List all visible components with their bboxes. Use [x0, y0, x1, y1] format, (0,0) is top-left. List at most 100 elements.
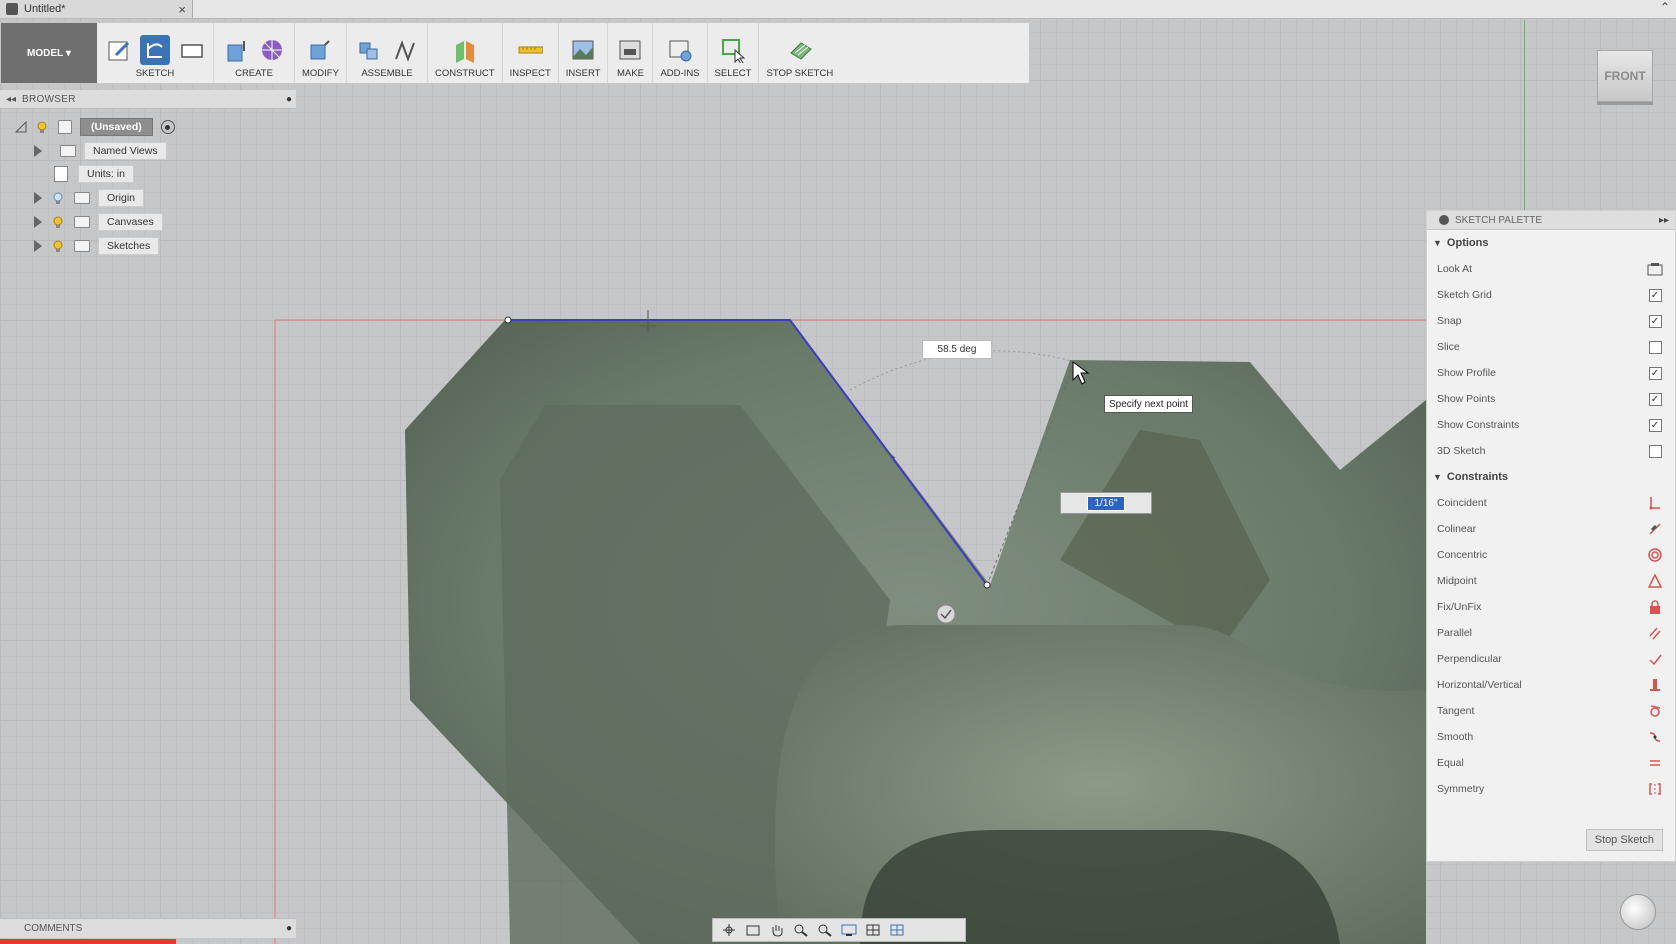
- equal-icon[interactable]: [1648, 756, 1662, 770]
- show-profile-checkbox[interactable]: ✓: [1648, 366, 1662, 380]
- tangent-icon[interactable]: [1648, 704, 1662, 718]
- browser-root[interactable]: (Unsaved): [14, 116, 175, 138]
- select-icon[interactable]: [718, 35, 748, 65]
- option-snap[interactable]: Snap ✓: [1427, 308, 1675, 334]
- parallel-icon[interactable]: [1648, 626, 1662, 640]
- expand-triangle-icon[interactable]: [34, 240, 42, 252]
- visibility-bulb-icon[interactable]: [52, 240, 64, 253]
- create-sketch-icon[interactable]: [104, 35, 134, 65]
- orbit-icon[interactable]: [719, 922, 739, 938]
- constraint-horizontal-vertical[interactable]: Horizontal/Vertical: [1427, 672, 1675, 698]
- grid-settings-icon[interactable]: [863, 922, 883, 938]
- rectangle-tool-icon[interactable]: [176, 35, 206, 65]
- expand-triangle-icon[interactable]: [34, 216, 42, 228]
- options-section-header[interactable]: ▼ Options: [1427, 230, 1675, 256]
- view-cube[interactable]: FRONT: [1597, 50, 1653, 102]
- toolbar-group-select[interactable]: SELECT: [708, 23, 760, 83]
- comments-panel-header[interactable]: COMMENTS ●: [0, 918, 296, 938]
- stop-sketch-button[interactable]: Stop Sketch: [1585, 829, 1663, 851]
- option-sketch-grid[interactable]: Sketch Grid ✓: [1427, 282, 1675, 308]
- constraint-midpoint[interactable]: Midpoint: [1427, 568, 1675, 594]
- document-tab[interactable]: Untitled* ×: [0, 0, 193, 18]
- constraint-tangent[interactable]: Tangent: [1427, 698, 1675, 724]
- toolbar-group-modify[interactable]: MODIFY: [295, 23, 347, 83]
- constraint-symmetry[interactable]: Symmetry: [1427, 776, 1675, 802]
- visibility-bulb-icon[interactable]: [36, 121, 48, 134]
- 3d-sketch-checkbox[interactable]: [1648, 444, 1662, 458]
- constraint-coincident[interactable]: Coincident: [1427, 490, 1675, 516]
- show-constraints-checkbox[interactable]: ✓: [1648, 418, 1662, 432]
- toolbar-group-make[interactable]: MAKE: [608, 23, 654, 83]
- toolbar-group-insert[interactable]: INSERT: [559, 23, 609, 83]
- stop-sketch-icon[interactable]: [785, 35, 815, 65]
- press-pull-icon[interactable]: [305, 35, 335, 65]
- visibility-bulb-icon[interactable]: [52, 216, 64, 229]
- snap-checkbox[interactable]: ✓: [1648, 314, 1662, 328]
- browser-item-canvases[interactable]: Canvases: [34, 211, 163, 233]
- zoom-window-icon[interactable]: [815, 922, 835, 938]
- toolbar-group-stop-sketch[interactable]: STOP SKETCH: [759, 23, 840, 83]
- expand-triangle-icon[interactable]: [34, 192, 42, 204]
- eye-icon[interactable]: [1439, 215, 1449, 225]
- constraint-perpendicular[interactable]: Perpendicular: [1427, 646, 1675, 672]
- browser-item-origin[interactable]: Origin: [34, 187, 145, 209]
- toolbar-group-inspect[interactable]: INSPECT: [503, 23, 559, 83]
- constraint-smooth[interactable]: Smooth: [1427, 724, 1675, 750]
- workspace-switcher-button[interactable]: MODEL ▾: [1, 23, 97, 83]
- pan-hand-icon[interactable]: [767, 922, 787, 938]
- expand-panel-icon[interactable]: ▸▸: [1659, 215, 1675, 226]
- close-tab-icon[interactable]: ×: [178, 2, 186, 17]
- browser-item-named-views[interactable]: Named Views: [34, 140, 167, 162]
- line-tool-icon[interactable]: [140, 35, 170, 65]
- option-slice[interactable]: Slice: [1427, 334, 1675, 360]
- constraint-fix-unfix[interactable]: Fix/UnFix: [1427, 594, 1675, 620]
- option-show-profile[interactable]: Show Profile ✓: [1427, 360, 1675, 386]
- canvas-viewport[interactable]: 58.5 deg Specify next point 1/16": [0, 0, 1676, 944]
- constraint-parallel[interactable]: Parallel: [1427, 620, 1675, 646]
- offset-plane-icon[interactable]: [450, 35, 480, 65]
- collapse-panel-icon[interactable]: ◂◂: [0, 94, 22, 105]
- extrude-icon[interactable]: [221, 35, 251, 65]
- symmetry-icon[interactable]: [1648, 782, 1662, 796]
- midpoint-icon[interactable]: [1648, 574, 1662, 588]
- insert-image-icon[interactable]: [568, 35, 598, 65]
- constraint-colinear[interactable]: Colinear: [1427, 516, 1675, 542]
- new-component-icon[interactable]: [354, 35, 384, 65]
- show-points-checkbox[interactable]: ✓: [1648, 392, 1662, 406]
- constraints-section-header[interactable]: ▼ Constraints: [1427, 464, 1675, 490]
- constraint-equal[interactable]: Equal: [1427, 750, 1675, 776]
- joint-icon[interactable]: [390, 35, 420, 65]
- zoom-icon[interactable]: [791, 922, 811, 938]
- scripts-icon[interactable]: [665, 35, 695, 65]
- measure-icon[interactable]: [515, 35, 545, 65]
- constraint-concentric[interactable]: Concentric: [1427, 542, 1675, 568]
- 3d-print-icon[interactable]: [615, 35, 645, 65]
- option-3d-sketch[interactable]: 3D Sketch: [1427, 438, 1675, 464]
- length-input[interactable]: 1/16": [1060, 492, 1152, 514]
- coincident-icon[interactable]: [1648, 496, 1662, 510]
- option-look-at[interactable]: Look At: [1427, 256, 1675, 282]
- length-input-value[interactable]: 1/16": [1087, 495, 1125, 511]
- browser-item-units[interactable]: Units: in: [54, 163, 134, 185]
- colinear-icon[interactable]: [1648, 522, 1662, 536]
- toolbar-group-sketch[interactable]: SKETCH: [97, 23, 214, 83]
- toolbar-group-create[interactable]: CREATE: [214, 23, 295, 83]
- form-icon[interactable]: [257, 35, 287, 65]
- angle-dimension[interactable]: 58.5 deg: [922, 340, 992, 359]
- sketch-grid-checkbox[interactable]: ✓: [1648, 288, 1662, 302]
- look-at-icon[interactable]: [1647, 262, 1663, 276]
- expand-triangle-icon[interactable]: [34, 145, 42, 157]
- toolbar-group-construct[interactable]: CONSTRUCT: [428, 23, 503, 83]
- viewports-icon[interactable]: [887, 922, 907, 938]
- horizontal-vertical-icon[interactable]: [1648, 678, 1662, 692]
- toolbar-group-add-ins[interactable]: ADD-INS: [653, 23, 708, 83]
- pin-icon[interactable]: ●: [282, 94, 296, 105]
- pin-icon[interactable]: ●: [282, 923, 296, 934]
- chevron-up-icon[interactable]: ⌃: [1660, 0, 1670, 14]
- option-show-constraints[interactable]: Show Constraints ✓: [1427, 412, 1675, 438]
- activate-radio-icon[interactable]: [160, 120, 175, 134]
- triangle-down-icon[interactable]: [14, 121, 28, 133]
- lock-icon[interactable]: [1648, 600, 1662, 614]
- concentric-icon[interactable]: [1648, 548, 1662, 562]
- toolbar-group-assemble[interactable]: ASSEMBLE: [347, 23, 428, 83]
